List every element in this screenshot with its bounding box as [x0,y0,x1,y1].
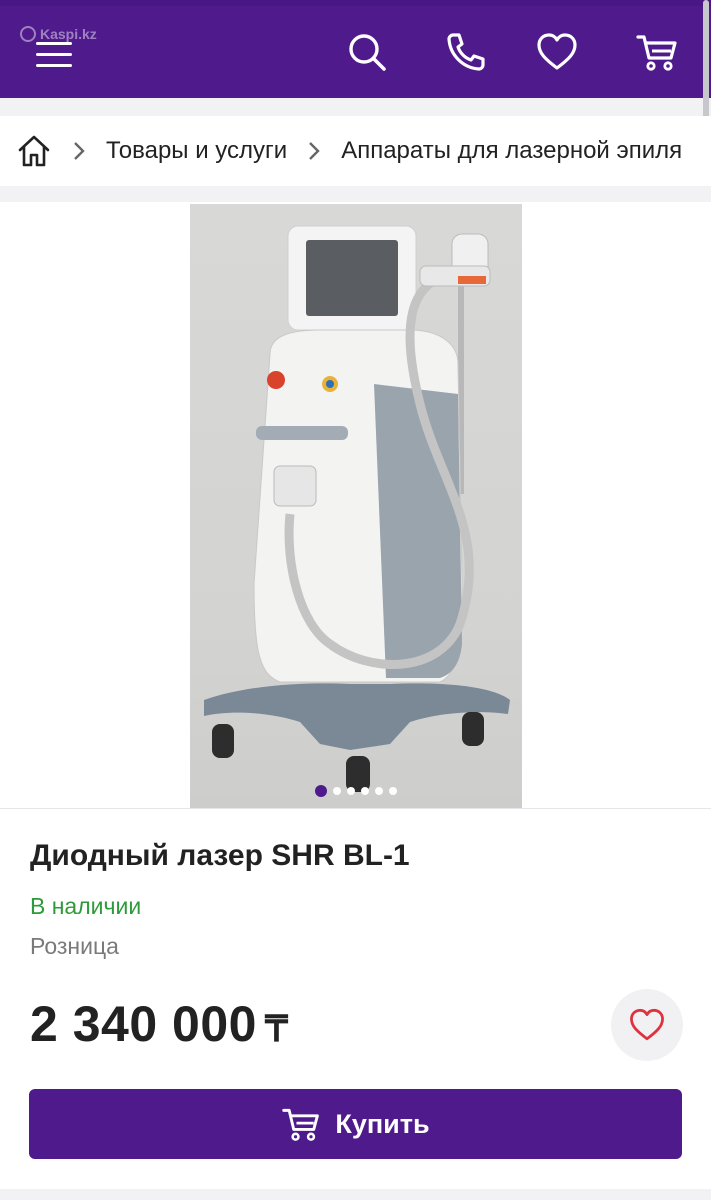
phone-icon [447,33,485,71]
breadcrumb-link-goods[interactable]: Товары и услуги [106,137,287,165]
gallery-dot[interactable] [346,787,355,795]
top-navigation-bar: Kaspi.kz [0,0,711,98]
product-title: Диодный лазер SHR BL-1 [30,839,410,872]
gallery-dot[interactable] [332,787,341,795]
currency-symbol: ₸ [264,1008,289,1049]
gallery-dot[interactable] [388,787,397,795]
home-icon[interactable] [16,133,52,169]
product-info-card: Диодный лазер SHR BL-1 В наличии Розница… [0,808,711,1189]
gallery-dot[interactable] [374,787,383,795]
favorites-button[interactable] [535,30,579,74]
breadcrumb: Товары и услуги Аппараты для лазерной эп… [0,116,711,186]
product-gallery[interactable] [0,202,711,808]
scrollbar-thumb[interactable] [703,0,709,128]
heart-icon [630,1008,664,1041]
cart-button[interactable] [635,30,679,74]
product-price: 2 340 000 ₸ [30,995,288,1053]
add-to-favorites-button[interactable] [611,989,683,1061]
buy-button-label: Купить [335,1108,430,1139]
search-button[interactable] [345,30,389,74]
search-icon [349,34,386,71]
gallery-dot-active[interactable] [314,785,327,797]
availability-status: В наличии [30,893,142,919]
chevron-right-icon [74,142,85,160]
cart-icon [282,1108,320,1141]
price-value: 2 340 000 [30,996,257,1052]
product-photo[interactable] [190,204,522,808]
sale-type-label: Розница [30,933,119,959]
chevron-right-icon [309,142,320,160]
gallery-pagination [0,784,711,798]
breadcrumb-link-laser-devices[interactable]: Аппараты для лазерной эпиля [341,137,682,165]
heart-icon [537,33,577,70]
menu-button[interactable] [34,38,74,72]
menu-icon [36,42,72,67]
cart-icon [636,35,677,71]
phone-button[interactable] [444,30,488,74]
gallery-dot[interactable] [360,787,369,795]
buy-button[interactable]: Купить [29,1089,682,1159]
laser-device-image [204,225,510,792]
